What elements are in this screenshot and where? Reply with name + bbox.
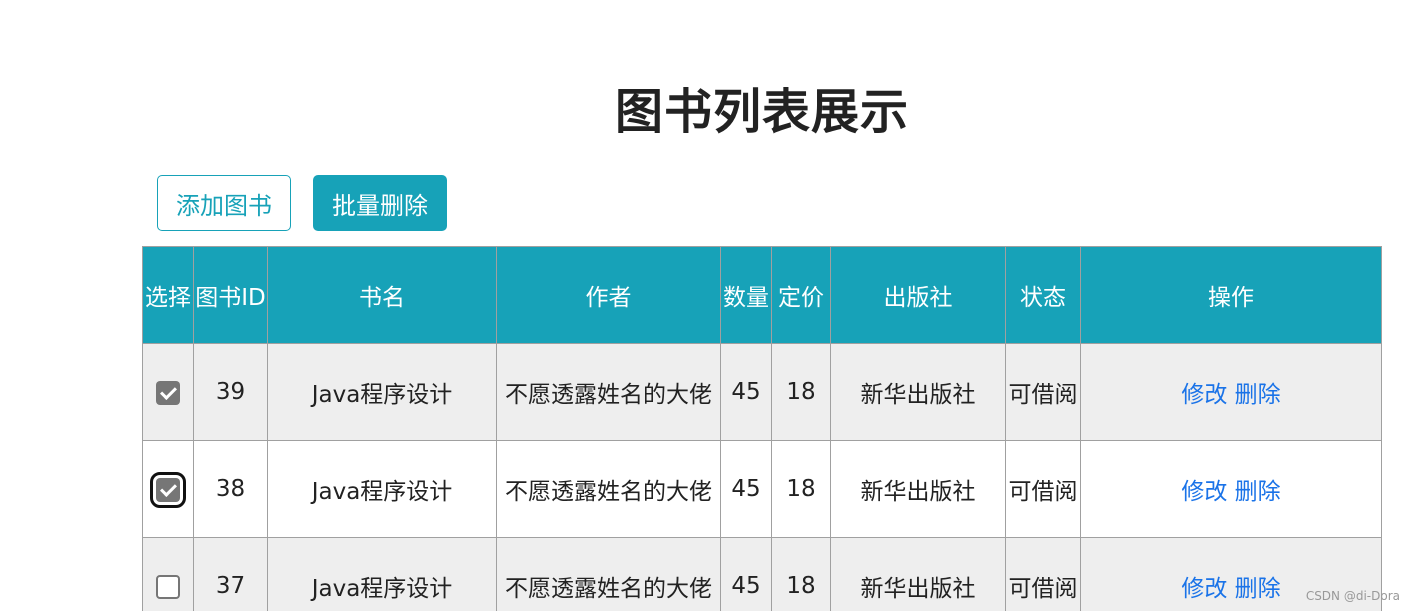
publisher-cell: 新华出版社	[830, 537, 1006, 611]
header-select: 选择	[142, 246, 194, 344]
book-id-cell: 38	[193, 440, 268, 538]
publisher-cell: 新华出版社	[830, 440, 1006, 538]
book-name-cell: Java程序设计	[267, 537, 497, 611]
header-price: 定价	[771, 246, 831, 344]
book-id-cell: 37	[193, 537, 268, 611]
actions-cell: 修改 删除	[1080, 343, 1382, 441]
count-cell: 45	[720, 537, 772, 611]
actions-cell: 修改 删除	[1080, 440, 1382, 538]
count-cell: 45	[720, 440, 772, 538]
header-book-id: 图书ID	[193, 246, 268, 344]
header-status: 状态	[1005, 246, 1081, 344]
edit-link[interactable]: 修改	[1181, 576, 1227, 602]
price-cell: 18	[771, 537, 831, 611]
author-cell: 不愿透露姓名的大佬	[496, 440, 721, 538]
status-cell: 可借阅	[1005, 343, 1081, 441]
add-book-button[interactable]: 添加图书	[157, 175, 291, 231]
status-cell: 可借阅	[1005, 537, 1081, 611]
header-count: 数量	[720, 246, 772, 344]
header-actions: 操作	[1080, 246, 1382, 344]
select-cell	[142, 537, 194, 611]
status-cell: 可借阅	[1005, 440, 1081, 538]
delete-link[interactable]: 删除	[1235, 479, 1281, 505]
author-cell: 不愿透露姓名的大佬	[496, 343, 721, 441]
price-cell: 18	[771, 343, 831, 441]
select-cell	[142, 343, 194, 441]
author-cell: 不愿透露姓名的大佬	[496, 537, 721, 611]
delete-link[interactable]: 删除	[1235, 382, 1281, 408]
price-cell: 18	[771, 440, 831, 538]
header-book-name: 书名	[267, 246, 497, 344]
book-name-cell: Java程序设计	[267, 440, 497, 538]
publisher-cell: 新华出版社	[830, 343, 1006, 441]
book-table: 选择 图书ID 书名 作者 数量 定价 出版社 状态 操作 39 Java程序设…	[142, 246, 1382, 611]
table-row: 37 Java程序设计 不愿透露姓名的大佬 45 18 新华出版社 可借阅 修改…	[142, 537, 1382, 611]
row-checkbox[interactable]	[156, 380, 180, 405]
row-checkbox[interactable]	[156, 574, 180, 599]
header-author: 作者	[496, 246, 721, 344]
delete-link[interactable]: 删除	[1235, 576, 1281, 602]
book-name-cell: Java程序设计	[267, 343, 497, 441]
book-id-cell: 39	[193, 343, 268, 441]
batch-delete-button[interactable]: 批量删除	[313, 175, 447, 231]
header-publisher: 出版社	[830, 246, 1006, 344]
edit-link[interactable]: 修改	[1181, 382, 1227, 408]
edit-link[interactable]: 修改	[1181, 479, 1227, 505]
table-row: 39 Java程序设计 不愿透露姓名的大佬 45 18 新华出版社 可借阅 修改…	[142, 343, 1382, 441]
select-cell	[142, 440, 194, 538]
row-checkbox[interactable]	[150, 471, 186, 508]
table-header-row: 选择 图书ID 书名 作者 数量 定价 出版社 状态 操作	[142, 246, 1382, 344]
page-title: 图书列表展示	[614, 84, 909, 140]
watermark: CSDN @di-Dora	[1305, 589, 1400, 603]
count-cell: 45	[720, 343, 772, 441]
table-row: 38 Java程序设计 不愿透露姓名的大佬 45 18 新华出版社 可借阅 修改…	[142, 440, 1382, 538]
